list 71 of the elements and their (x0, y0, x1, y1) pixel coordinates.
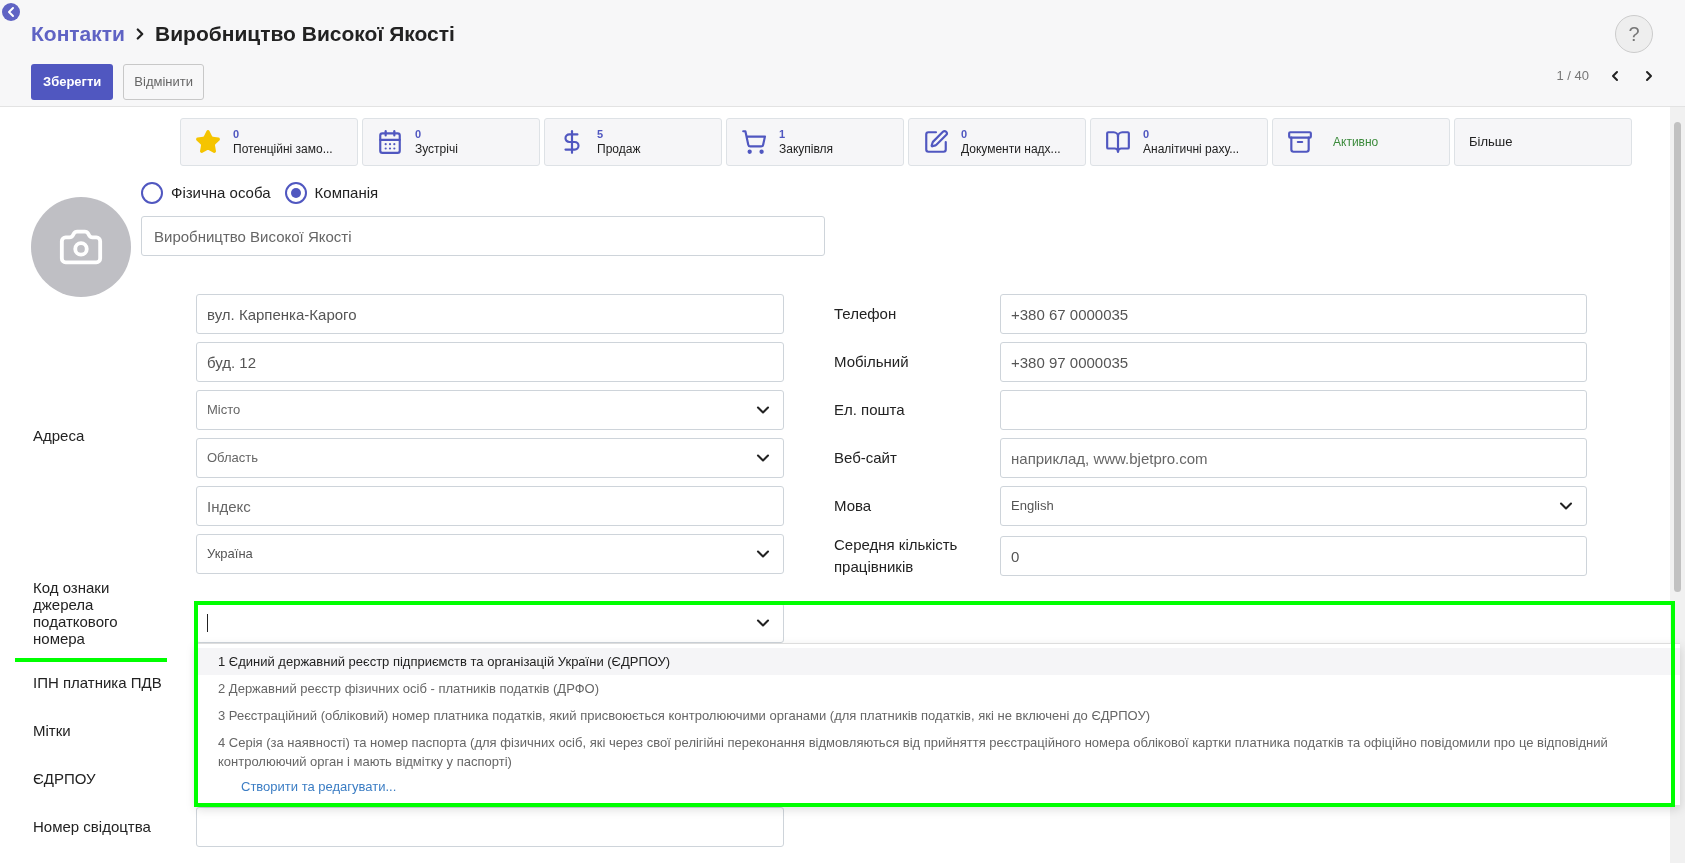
field-label: ЄДРПОУ (33, 768, 97, 789)
input-field[interactable] (196, 807, 784, 847)
dropdown-option[interactable]: 2 Державний реєстр фізичних осіб - платників податків (ДРФО) (196, 675, 1680, 702)
field-label: Адреса (33, 425, 85, 446)
create-edit-link[interactable]: Створити та редагувати... (241, 777, 397, 797)
stat-count: 1 (779, 127, 787, 142)
stat-button[interactable]: 0 Аналітичні раху... (1090, 118, 1268, 166)
calendar-icon (377, 129, 403, 155)
save-button[interactable]: Зберегти (31, 63, 114, 100)
input-field[interactable]: буд. 12 (196, 342, 784, 382)
field-label: Код ознаки джерела податкового номера (33, 579, 119, 647)
archive-box-icon (1287, 129, 1313, 155)
pager-text: 1 / 40 (1556, 67, 1589, 85)
stat-button[interactable]: 0 Зустрічі (362, 118, 540, 166)
field-label: Мобільний (834, 352, 910, 372)
select-field[interactable]: Місто (196, 390, 784, 430)
radio-label: Фізична особа (171, 182, 271, 203)
input-field[interactable]: Індекс (196, 486, 784, 526)
name-field[interactable]: Виробництво Високої Якості (141, 216, 825, 256)
select-field[interactable]: English (1000, 486, 1587, 526)
stat-count: 0 (1143, 127, 1151, 142)
field-label: Телефон (834, 304, 898, 324)
input-field[interactable]: наприклад, www.bjetpro.com (1000, 438, 1587, 478)
field-label: Мова (834, 496, 873, 516)
dropdown-option[interactable]: 1 Єдиний державний реєстр підприємств та організацій України (ЄДРПОУ) (196, 648, 1680, 675)
status-label: Активно (1333, 134, 1379, 151)
stat-label: Документи надх... (961, 142, 1061, 157)
stat-count: 0 (415, 127, 423, 142)
dropdown-option[interactable]: 4 Серія (за наявності) та номер паспорта (для фізичних осіб, які через свої релігійні переконання відмовляються від прийняття реєстраційного номера облікової картки платника податків та офіційно повідомили про це відповідний контролюючий орган і мають відмітку у паспорті) (196, 729, 1680, 775)
field-label: Середня кількість працівників (834, 535, 959, 577)
input-field[interactable] (1000, 390, 1587, 430)
stat-count: 0 (233, 127, 241, 142)
field-label: Номер свідоцтва (33, 816, 152, 837)
stat-button[interactable]: 1 Закупівля (726, 118, 904, 166)
dropdown-option[interactable]: 3 Реєстраційний (обліковий) номер платника податків, який присвоюється контролюючими органами (для платників податків, які не включені до ЄДРПОУ) (196, 702, 1680, 729)
stat-count: 5 (597, 127, 605, 142)
field-label: ІПН платника ПДВ (33, 672, 163, 693)
input-field[interactable]: +380 97 0000035 (1000, 342, 1587, 382)
field-label: Ел. пошта (834, 400, 906, 420)
stat-label: Аналітичні раху... (1143, 142, 1240, 157)
select-field[interactable]: Область (196, 438, 784, 478)
stat-button[interactable]: 5 Продаж (544, 118, 722, 166)
cart-icon (741, 129, 767, 155)
radio-button[interactable] (141, 182, 163, 204)
stat-label: Потенційні замо... (233, 142, 333, 157)
stat-label: Закупівля (779, 142, 834, 157)
radio-button[interactable] (284, 182, 307, 204)
active-toggle-button[interactable]: Активно (1272, 118, 1450, 166)
select-field[interactable] (196, 603, 784, 643)
more-label: Більше (1469, 133, 1513, 152)
stat-button[interactable]: 0 Потенційні замо... (180, 118, 358, 166)
breadcrumb-link[interactable]: Контакти (31, 18, 125, 50)
stat-count: 0 (961, 127, 969, 142)
input-field[interactable]: +380 67 0000035 (1000, 294, 1587, 334)
help-button[interactable]: ? (1615, 15, 1653, 53)
select-field[interactable]: Україна (196, 534, 784, 574)
edit-icon (923, 129, 949, 155)
radio-label: Компанія (314, 182, 379, 203)
stat-label: Зустрічі (415, 142, 458, 157)
star-icon (195, 129, 221, 155)
page-title: Виробництво Високої Якості (155, 21, 455, 47)
discard-button[interactable]: Відмінити (123, 63, 204, 100)
more-button[interactable]: Більше (1454, 118, 1632, 166)
book-icon (1105, 129, 1131, 155)
input-field[interactable]: вул. Карпенка-Карого (196, 294, 784, 334)
stat-label: Продаж (597, 142, 641, 157)
field-label: Мітки (33, 720, 72, 741)
input-field[interactable]: 0 (1000, 536, 1587, 576)
back-icon[interactable] (2, 3, 20, 21)
stat-button[interactable]: 0 Документи надх... (908, 118, 1086, 166)
field-label: Веб-сайт (834, 448, 898, 468)
